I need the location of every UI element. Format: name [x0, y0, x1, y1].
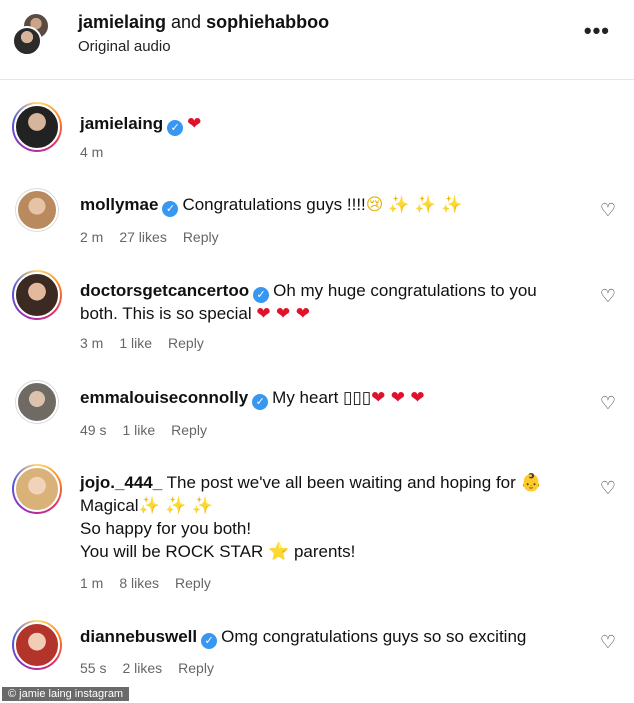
- comment-body: My heart: [272, 388, 339, 407]
- comment-text: mollymae ✓ Congratulations guys !!!!😢 ✨ ✨ …: [80, 193, 463, 217]
- header-and: and: [166, 12, 207, 32]
- like-icon[interactable]: ♡: [600, 478, 616, 499]
- hearts-emoji: ❤ ❤ ❤: [256, 304, 310, 324]
- reply-button[interactable]: Reply: [178, 660, 214, 676]
- username-link[interactable]: jamielaing: [80, 114, 163, 133]
- likes-count[interactable]: 1 like: [122, 422, 155, 438]
- comment-meta: 55 s 2 likes Reply: [80, 660, 230, 676]
- verified-icon: ✓: [252, 394, 269, 410]
- username-link[interactable]: mollymae: [80, 195, 158, 214]
- comment-body: parents!: [293, 542, 356, 561]
- comment-text: jojo._444_ The post we've all been waiti…: [80, 471, 542, 495]
- caption-text: jamielaing ✓ ❤: [80, 112, 201, 136]
- comment-body: Congratulations guys !!!!: [182, 195, 366, 214]
- like-icon[interactable]: ♡: [600, 286, 616, 307]
- comment-text: diannebuswell ✓ Omg congratulations guys s…: [80, 625, 526, 649]
- comment-meta: 3 m 1 like Reply: [80, 335, 220, 351]
- comment-text-line2: both. This is so special ❤ ❤ ❤: [80, 302, 310, 326]
- comment-text: doctorsgetcancertoo ✓ Oh my huge congratul…: [80, 279, 537, 303]
- reel-header: jamielaing and sophiehabboo Original aud…: [0, 0, 634, 80]
- avatar[interactable]: [15, 188, 59, 232]
- timestamp: 4 m: [80, 144, 104, 160]
- likes-count[interactable]: 1 like: [119, 335, 152, 351]
- copyright-watermark: © jamie laing instagram: [2, 687, 130, 701]
- comment-body: Oh my huge congratulations to you: [273, 281, 537, 300]
- header-user1-link[interactable]: jamielaing: [78, 12, 166, 32]
- comment-meta: 2 m 27 likes Reply: [80, 229, 235, 245]
- sparkles-emoji: ✨ ✨ ✨: [138, 496, 213, 516]
- comment-body: You will be ROCK STAR: [80, 542, 264, 561]
- audio-link[interactable]: Original audio: [78, 38, 171, 55]
- comment-meta: 1 m 8 likes Reply: [80, 575, 227, 591]
- caption-meta: 4 m: [80, 144, 119, 160]
- unsupported-glyphs: ▯▯▯: [343, 388, 372, 407]
- likes-count[interactable]: 2 likes: [122, 660, 162, 676]
- timestamp: 2 m: [80, 229, 104, 245]
- comment-meta: 49 s 1 like Reply: [80, 422, 223, 438]
- like-icon[interactable]: ♡: [600, 393, 616, 414]
- reply-button[interactable]: Reply: [175, 575, 211, 591]
- username-link[interactable]: jojo._444_: [80, 473, 162, 492]
- more-options-icon[interactable]: •••: [584, 18, 610, 44]
- verified-icon: ✓: [162, 201, 179, 217]
- timestamp: 49 s: [80, 422, 107, 438]
- crying-face-emoji: 😢: [365, 195, 384, 215]
- timestamp: 55 s: [80, 660, 107, 676]
- comment-text: emmalouiseconnolly ✓ My heart ▯▯▯❤ ❤ ❤: [80, 386, 425, 410]
- avatar[interactable]: [12, 102, 62, 152]
- verified-icon: ✓: [253, 287, 270, 303]
- comment-body: Magical: [80, 496, 139, 515]
- verified-icon: ✓: [167, 120, 184, 136]
- username-link[interactable]: emmalouiseconnolly: [80, 388, 248, 407]
- likes-count[interactable]: 27 likes: [119, 229, 166, 245]
- username-link[interactable]: diannebuswell: [80, 627, 197, 646]
- hearts-emoji: ❤ ❤ ❤: [371, 388, 425, 408]
- comment-body: Omg congratulations guys so so exciting: [221, 627, 527, 646]
- comment-text-line2: Magical✨ ✨ ✨: [80, 494, 213, 518]
- comment-body: So happy for you both!: [80, 519, 252, 538]
- avatar[interactable]: [12, 270, 62, 320]
- reply-button[interactable]: Reply: [171, 422, 207, 438]
- avatar[interactable]: [12, 620, 62, 670]
- comment-text-line3: So happy for you both!: [80, 517, 251, 540]
- collab-avatars[interactable]: [12, 12, 56, 56]
- avatar[interactable]: [12, 464, 62, 514]
- baby-emoji: 👶: [520, 473, 542, 493]
- avatar: [12, 26, 42, 56]
- username-link[interactable]: doctorsgetcancertoo: [80, 281, 249, 300]
- heart-emoji: ❤: [187, 114, 202, 134]
- like-icon[interactable]: ♡: [600, 632, 616, 653]
- star-emoji: ⭐: [268, 542, 290, 562]
- comment-body: both. This is so special: [80, 304, 252, 323]
- likes-count[interactable]: 8 likes: [119, 575, 159, 591]
- sparkles-emoji: ✨ ✨ ✨: [388, 195, 463, 215]
- header-title: jamielaing and sophiehabboo: [78, 12, 329, 33]
- verified-icon: ✓: [201, 633, 218, 649]
- comment-text-line4: You will be ROCK STAR ⭐ parents!: [80, 540, 355, 564]
- header-user2-link[interactable]: sophiehabboo: [206, 12, 329, 32]
- avatar[interactable]: [15, 380, 59, 424]
- like-icon[interactable]: ♡: [600, 200, 616, 221]
- comment-body: The post we've all been waiting and hopi…: [166, 473, 516, 492]
- timestamp: 3 m: [80, 335, 104, 351]
- reply-button[interactable]: Reply: [183, 229, 219, 245]
- timestamp: 1 m: [80, 575, 104, 591]
- reply-button[interactable]: Reply: [168, 335, 204, 351]
